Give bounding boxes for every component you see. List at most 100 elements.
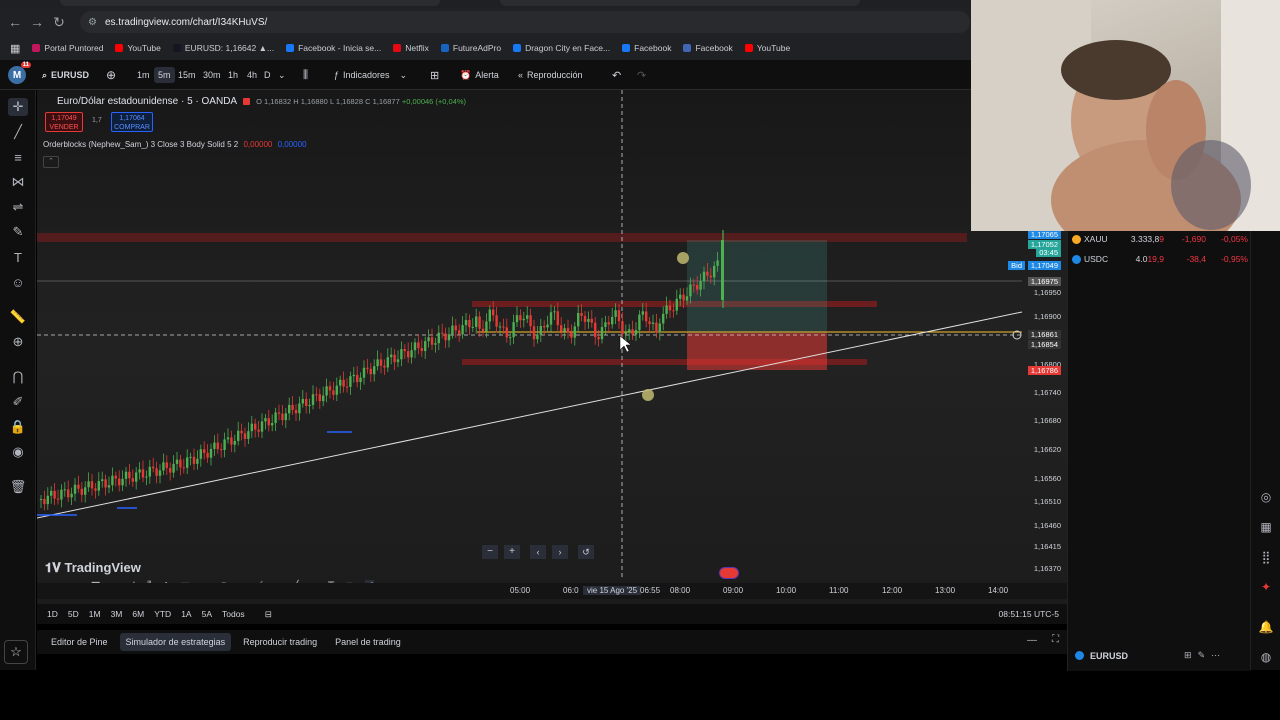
scroll-left-icon[interactable]: ‹ <box>530 545 546 559</box>
maximize-icon[interactable]: ⛶ <box>1052 634 1059 645</box>
eye-icon[interactable]: ◉ <box>8 443 28 461</box>
interval-1h[interactable]: 1h <box>228 67 238 83</box>
prediction-icon[interactable]: ⇌ <box>8 198 28 216</box>
bookmark-item[interactable]: Facebook <box>622 43 671 53</box>
collapse-legend-button[interactable]: ⌃ <box>43 156 59 168</box>
goto-date-icon[interactable]: ⊟ <box>265 609 272 620</box>
candle-body <box>495 315 498 327</box>
candle-body <box>536 334 539 340</box>
ideas-icon[interactable]: ✦ <box>1257 578 1275 596</box>
pattern-icon[interactable]: ⋈ <box>8 173 28 191</box>
reset-chart-icon[interactable]: ↺ <box>578 545 594 559</box>
bookmark-item[interactable]: YouTube <box>115 43 161 53</box>
text-icon[interactable]: T <box>8 248 28 266</box>
browser-tab[interactable] <box>60 0 440 6</box>
emoji-icon[interactable]: ☺ <box>8 273 28 291</box>
redo-button[interactable]: ↷ <box>637 67 646 83</box>
bell-icon[interactable]: 🔔 <box>1257 618 1275 636</box>
crosshair-icon[interactable]: ✛ <box>8 98 28 116</box>
buy-button[interactable]: 1,17064 COMPRAR <box>111 112 153 132</box>
zoom-in-icon[interactable]: + <box>504 545 520 559</box>
interval-1m[interactable]: 1m <box>137 67 150 83</box>
avatar[interactable]: M 11 <box>8 62 31 84</box>
layout-icon[interactable]: ⊞ <box>1184 650 1192 661</box>
ruler-icon[interactable]: 📏 <box>8 308 28 326</box>
zoom-out-icon[interactable]: − <box>482 545 498 559</box>
url-field[interactable]: ⚙ es.tradingview.com/chart/I34KHuVS/ <box>80 11 970 33</box>
indicator-legend[interactable]: Orderblocks (Nephew_Sam_) 3 Close 3 Body… <box>43 140 307 149</box>
range-button[interactable]: 1A <box>181 609 191 619</box>
apps-icon[interactable]: ▦ <box>10 42 20 55</box>
bookmark-item[interactable]: Facebook <box>683 43 733 53</box>
more-icon[interactable]: ⋯ <box>1211 650 1220 661</box>
range-button[interactable]: 3M <box>111 609 123 619</box>
candle-body <box>546 324 549 328</box>
browser-tab[interactable] <box>500 0 860 6</box>
forward-icon[interactable]: → <box>26 11 48 33</box>
bookmark-item[interactable]: Portal Puntored <box>32 43 103 53</box>
range-button[interactable]: 1M <box>89 609 101 619</box>
bookmark-item[interactable]: YouTube <box>744 43 790 53</box>
candle-body <box>169 467 172 473</box>
time-tick-label: 12:00 <box>882 586 903 595</box>
brush-icon[interactable]: ✎ <box>8 223 28 241</box>
compare-symbol-button[interactable]: ⊕ <box>106 67 116 83</box>
reload-icon[interactable]: ↻ <box>48 11 70 33</box>
bookmark-item[interactable]: FutureAdPro <box>440 43 501 53</box>
price-chart[interactable] <box>37 90 1067 605</box>
clock-display[interactable]: 08:51:15 UTC-5 <box>999 609 1059 619</box>
bottom-tab[interactable]: Panel de trading <box>329 633 407 651</box>
zoom-icon[interactable]: ⊕ <box>8 333 28 351</box>
sell-button[interactable]: 1,17049 VENDER <box>45 112 83 132</box>
interval-D[interactable]: D <box>264 67 271 83</box>
indicators-button[interactable]: ƒ Indicadores ⌄ <box>334 67 407 83</box>
interval-4h[interactable]: 4h <box>247 67 257 83</box>
time-axis[interactable]: 05:00 06:0 vie 15 Ago '25 06:55 08:00 09:00 10… <box>37 583 1067 599</box>
interval-dropdown[interactable]: ⌄ <box>278 67 286 83</box>
alert-label: Alerta <box>475 70 499 80</box>
back-icon[interactable]: ← <box>4 11 26 33</box>
range-button[interactable]: 5A <box>202 609 212 619</box>
replay-button[interactable]: « Reproducción <box>518 67 583 83</box>
range-button[interactable]: 5D <box>68 609 79 619</box>
pencil-lock-icon[interactable]: ✐ <box>8 393 28 411</box>
calendar-icon[interactable]: ▦ <box>1257 518 1275 536</box>
favorites-button[interactable]: ☆ <box>4 640 28 664</box>
undo-button[interactable]: ↶ <box>612 67 621 83</box>
range-button[interactable]: 6M <box>132 609 144 619</box>
alert-button[interactable]: ⏰ Alerta <box>460 67 499 83</box>
lock-icon[interactable]: 🔒 <box>8 418 28 436</box>
range-button[interactable]: YTD <box>154 609 171 619</box>
chart-type-button[interactable]: ⫼ <box>303 67 308 83</box>
interval-5m[interactable]: 5m <box>154 67 175 83</box>
target-icon[interactable]: ◎ <box>1257 488 1275 506</box>
minimize-icon[interactable]: — <box>1027 635 1037 646</box>
interval-30m[interactable]: 30m <box>203 67 221 83</box>
bookmark-item[interactable]: Netflix <box>393 43 429 53</box>
help-icon[interactable]: ◍ <box>1257 648 1275 666</box>
site-info-icon[interactable]: ⚙ <box>88 17 97 28</box>
bottom-tab[interactable]: Editor de Pine <box>45 633 114 651</box>
bookmark-item[interactable]: Dragon City en Face... <box>513 43 610 53</box>
watchlist-row[interactable]: XAUU 3.333,89 -1,690 -0,05% <box>1072 231 1248 247</box>
watchlist-row[interactable]: USDC 4.019,9 -38,4 -0,95% <box>1072 251 1248 267</box>
edit-icon[interactable]: ✎ <box>1198 650 1206 661</box>
symbol-search[interactable]: ⌕ EURUSD <box>42 67 89 83</box>
bottom-tab[interactable]: Reproducir trading <box>237 633 323 651</box>
range-button[interactable]: 1D <box>47 609 58 619</box>
fib-icon[interactable]: ≡ <box>8 148 28 166</box>
bookmark-item[interactable]: EURUSD: 1,16642 ▲... <box>172 43 274 53</box>
trash-icon[interactable]: 🗑 <box>8 478 28 496</box>
footer-symbol[interactable]: EURUSD <box>1090 651 1128 661</box>
scroll-right-icon[interactable]: › <box>552 545 568 559</box>
layouts-button[interactable]: ⊞ <box>430 67 439 83</box>
apps-grid-icon[interactable]: ⣿ <box>1257 548 1275 566</box>
bottom-tab[interactable]: Simulador de estrategias <box>119 633 232 651</box>
bookmark-item[interactable]: Facebook - Inicia se... <box>286 43 381 53</box>
candle-body <box>543 326 546 328</box>
trendline-icon[interactable]: ╱ <box>8 123 28 141</box>
range-button[interactable]: Todos <box>222 609 245 619</box>
interval-15m[interactable]: 15m <box>178 67 196 83</box>
magnet-icon[interactable]: ⋂ <box>8 368 28 386</box>
chart-pane[interactable]: Euro/Dólar estadounidense · 5 · OANDA O … <box>37 90 1067 605</box>
